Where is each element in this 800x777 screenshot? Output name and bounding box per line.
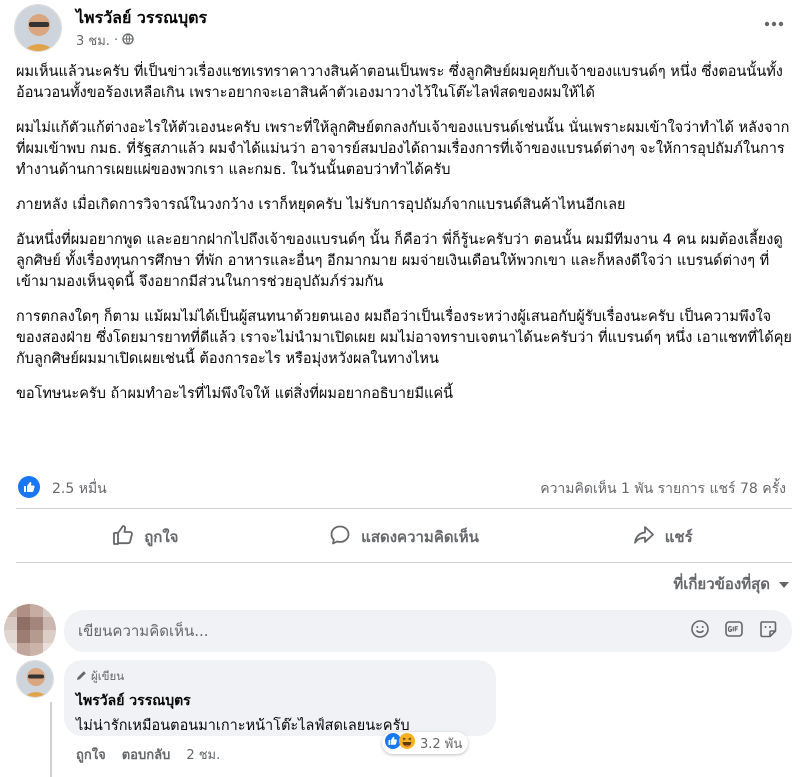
post-meta: 3 ชม. · bbox=[76, 30, 134, 51]
share-button[interactable]: แชร์ bbox=[533, 516, 792, 558]
comments-count[interactable]: ความคิดเห็น 1 พัน รายการ bbox=[540, 481, 705, 497]
thread-line bbox=[50, 702, 52, 777]
share-button-label: แชร์ bbox=[664, 528, 693, 546]
comment-author-avatar[interactable] bbox=[16, 660, 54, 698]
post-paragraph: ผมเห็นแล้วนะครับ ที่เป็นข่าวเรื่องแชทเรท… bbox=[16, 64, 783, 101]
post-paragraph: อันหนึ่งที่ผมอยากพูด และอยากฝากไปถึงเจ้า… bbox=[16, 232, 783, 290]
shares-count[interactable]: แชร์ 78 ครั้ง bbox=[710, 481, 786, 497]
pencil-icon bbox=[76, 670, 87, 684]
author-badge-label: ผู้เขียน bbox=[91, 669, 125, 683]
post-paragraph: การตกลงใดๆ ก็ตาม แม้ผมไม่ได้เป็นผู้สนทนา… bbox=[16, 309, 792, 367]
post-paragraph: ภายหลัง เมื่อเกิดการวิจารณ์ในวงกว้าง เรา… bbox=[16, 197, 626, 213]
divider bbox=[16, 562, 792, 563]
reaction-count[interactable]: 2.5 หมื่น bbox=[52, 478, 107, 500]
comment-bubble: ผู้เขียน ไพรวัลย์ วรรณบุตร ไม่น่ารักเหมื… bbox=[64, 660, 496, 736]
emoji-icon[interactable] bbox=[690, 619, 710, 639]
comment-sort-dropdown[interactable]: ที่เกี่ยวข้องที่สุด bbox=[673, 572, 790, 596]
post-body: ผมเห็นแล้วนะครับ ที่เป็นข่าวเรื่องแชทเรท… bbox=[16, 62, 792, 419]
comment-button-label: แสดงความคิดเห็น bbox=[361, 528, 479, 546]
comment-time[interactable]: 2 ชม. bbox=[186, 744, 220, 765]
comment-reaction-count: 3.2 พัน bbox=[420, 736, 463, 752]
comment-button[interactable]: แสดงความคิดเห็น bbox=[275, 516, 534, 558]
composer-icons bbox=[690, 619, 778, 639]
meta-separator: · bbox=[113, 33, 119, 48]
like-button-label: ถูกใจ bbox=[144, 528, 179, 546]
gif-icon[interactable] bbox=[724, 619, 744, 639]
comment-actions: ถูกใจ ตอบกลับ 2 ชม. bbox=[76, 744, 220, 765]
like-reaction-icon[interactable] bbox=[18, 476, 40, 498]
sort-label: ที่เกี่ยวข้องที่สุด bbox=[673, 575, 770, 593]
author-badge: ผู้เขียน bbox=[76, 668, 484, 686]
post-time[interactable]: 3 ชม. bbox=[76, 30, 110, 51]
like-button[interactable]: ถูกใจ bbox=[16, 516, 275, 558]
post-author-name[interactable]: ไพรวัลย์ วรรณบุตร bbox=[76, 6, 207, 31]
more-horizontal-icon[interactable] bbox=[762, 12, 786, 36]
comment-like-button[interactable]: ถูกใจ bbox=[76, 744, 106, 765]
engagement-counts: ความคิดเห็น 1 พัน รายการ แชร์ 78 ครั้ง bbox=[540, 478, 786, 500]
thumbs-up-icon bbox=[112, 524, 134, 550]
comment-reactions[interactable]: 3.2 พัน bbox=[382, 732, 469, 754]
divider bbox=[16, 508, 792, 509]
post-actions: ถูกใจ แสดงความคิดเห็น แชร์ bbox=[16, 516, 792, 558]
share-arrow-icon bbox=[633, 524, 655, 550]
speech-bubble-icon bbox=[329, 524, 351, 550]
post-paragraph: ผมไม่แก้ตัวแก้ต่างอะไรให้ตัวเองนะครับ เพ… bbox=[16, 120, 790, 178]
reactions-row: 2.5 หมื่น ความคิดเห็น 1 พัน รายการ แชร์ … bbox=[18, 474, 794, 500]
comment-composer: เขียนความคิดเห็น... bbox=[4, 604, 794, 656]
haha-reaction-icon bbox=[398, 732, 416, 754]
post-header: ไพรวัลย์ วรรณบุตร 3 ชม. · bbox=[14, 2, 790, 52]
author-avatar[interactable] bbox=[14, 4, 62, 52]
comment-item: ผู้เขียน ไพรวัลย์ วรรณบุตร ไม่น่ารักเหมื… bbox=[16, 658, 796, 777]
sticker-icon[interactable] bbox=[758, 619, 778, 639]
globe-icon[interactable] bbox=[122, 32, 134, 49]
comment-input[interactable]: เขียนความคิดเห็น... bbox=[64, 610, 792, 652]
post-paragraph: ขอโทษนะครับ ถ้าผมทำอะไรที่ไม่พึงใจให้ แต… bbox=[16, 386, 453, 402]
comment-input-placeholder: เขียนความคิดเห็น... bbox=[78, 622, 209, 640]
comment-author-name[interactable]: ไพรวัลย์ วรรณบุตร bbox=[76, 690, 484, 712]
caret-down-icon bbox=[778, 575, 790, 593]
current-user-avatar[interactable] bbox=[4, 604, 56, 656]
comment-reply-button[interactable]: ตอบกลับ bbox=[122, 744, 171, 765]
